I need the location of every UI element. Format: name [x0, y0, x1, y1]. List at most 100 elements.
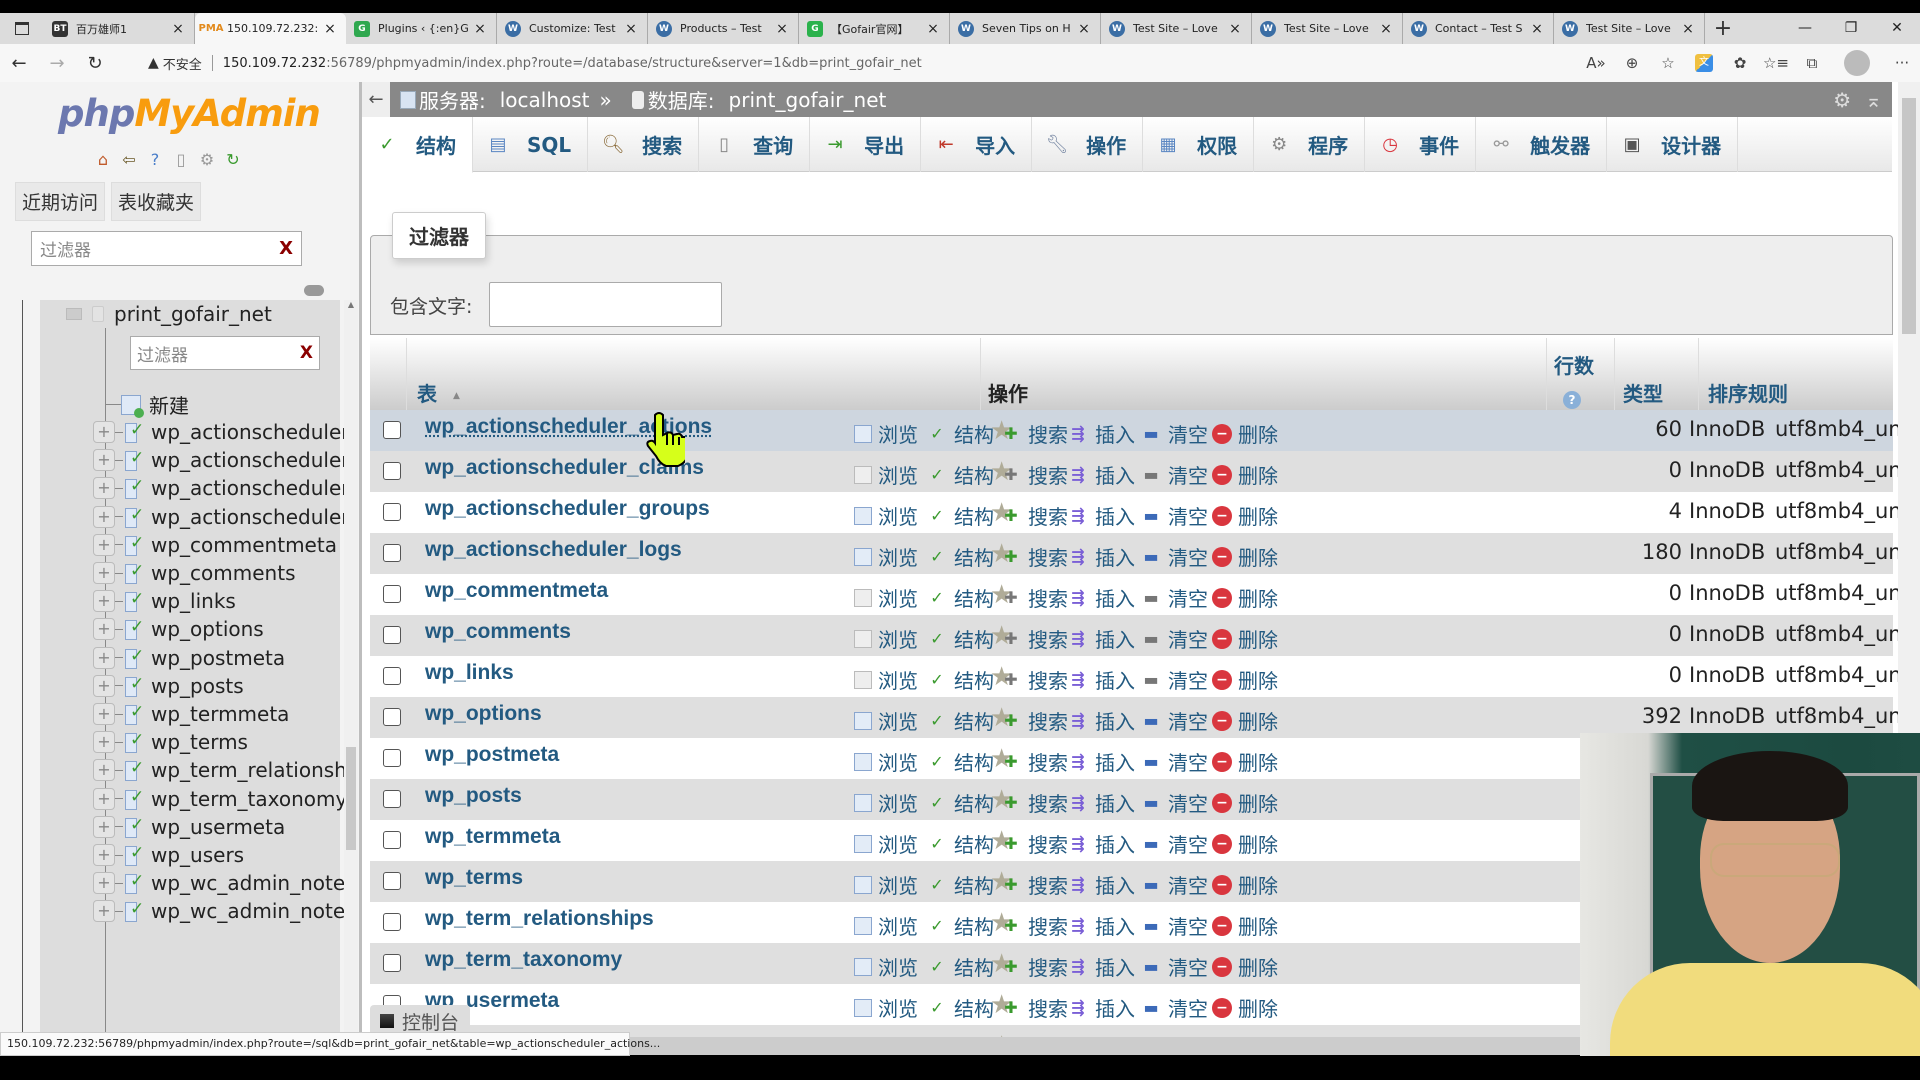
tree-table-node[interactable]: + wp_wc_admin_note_actions: [93, 897, 353, 925]
browser-tab[interactable]: W Seven Tips on H ×: [950, 13, 1101, 44]
tree-table-node[interactable]: + wp_commentmeta: [93, 531, 353, 559]
action-insert[interactable]: ⇶ 插入: [1067, 870, 1135, 899]
scroll-up-arrow[interactable]: ▲: [344, 300, 358, 309]
tree-table-node[interactable]: + wp_links: [93, 587, 353, 615]
table-filter-input[interactable]: 过滤器 X: [130, 336, 320, 370]
tree-table-name[interactable]: wp_options: [151, 617, 264, 641]
table-name-link[interactable]: wp_options: [425, 702, 542, 726]
browser-tab[interactable]: W Customize: Test ×: [497, 13, 648, 44]
tree-table-name[interactable]: wp_users: [151, 843, 244, 867]
tree-table-node[interactable]: + wp_options: [93, 615, 353, 643]
tree-table-node[interactable]: + wp_actionscheduler_logs: [93, 503, 353, 531]
tree-database-node[interactable]: print_gofair_net: [40, 300, 340, 328]
action-insert[interactable]: ⇶ 插入: [1067, 829, 1135, 858]
tab-routines[interactable]: ⚙ 程序: [1254, 117, 1366, 172]
expand-icon[interactable]: +: [93, 421, 115, 443]
expand-icon[interactable]: +: [93, 872, 115, 895]
row-checkbox[interactable]: [383, 790, 401, 808]
tree-table-node[interactable]: + wp_actionscheduler_claims: [93, 446, 353, 474]
home-icon[interactable]: ⌂: [92, 148, 114, 170]
action-structure[interactable]: ✓ 结构: [926, 829, 994, 858]
action-search[interactable]: ✚ 搜索: [1000, 624, 1068, 653]
action-browse[interactable]: 浏览: [854, 788, 918, 817]
table-row[interactable]: wp_actionscheduler_claims ★ 浏览 ✓ 结构 ✚ 搜索 ⇶ 插入 ▬ 清空…: [370, 451, 1920, 492]
favorites-tab[interactable]: 表收藏夹: [111, 182, 202, 221]
table-row[interactable]: wp_actionscheduler_actions ★ 浏览 ✓ 结构 ✚ 搜索 ⇶ 插入 ▬ 清…: [370, 410, 1920, 451]
expand-icon[interactable]: +: [93, 505, 115, 528]
table-name-link[interactable]: wp_term_relationships: [425, 907, 654, 931]
expand-icon[interactable]: +: [93, 787, 115, 810]
action-browse[interactable]: 浏览: [854, 419, 918, 448]
tab-close-button[interactable]: ×: [170, 21, 186, 37]
action-empty[interactable]: ▬ 清空: [1140, 542, 1208, 571]
action-drop[interactable]: −删除: [1212, 829, 1278, 858]
tab-sql[interactable]: ▤ SQL: [473, 117, 589, 172]
tree-table-name[interactable]: wp_wc_admin_note_actions: [151, 899, 353, 923]
browser-tab[interactable]: PMA 150.109.72.232: ×: [195, 13, 346, 44]
action-browse[interactable]: 浏览: [854, 706, 918, 735]
action-structure[interactable]: ✓ 结构: [926, 583, 994, 612]
action-browse[interactable]: 浏览: [854, 665, 918, 694]
tree-table-name[interactable]: wp_links: [151, 589, 236, 613]
action-browse[interactable]: 浏览: [854, 583, 918, 612]
column-header-rows[interactable]: 行数: [1554, 350, 1594, 379]
action-insert[interactable]: ⇶ 插入: [1067, 706, 1135, 735]
action-drop[interactable]: −删除: [1212, 911, 1278, 940]
tab-privileges[interactable]: ▦ 权限: [1143, 117, 1255, 172]
expand-icon[interactable]: +: [93, 590, 115, 613]
row-checkbox[interactable]: [383, 503, 401, 521]
action-insert[interactable]: ⇶ 插入: [1067, 952, 1135, 981]
action-insert[interactable]: ⇶ 插入: [1067, 624, 1135, 653]
tab-structure[interactable]: ✓ 结构: [362, 117, 473, 173]
page-settings-gear-icon[interactable]: ⚙: [1833, 88, 1851, 112]
browser-tab[interactable]: G Plugins ‹ {:en}G ×: [346, 13, 497, 44]
favorites-icon[interactable]: ☆≡: [1758, 54, 1794, 72]
row-checkbox[interactable]: [383, 585, 401, 603]
browser-tab[interactable]: BT 百万雄师1 ×: [44, 13, 195, 44]
action-structure[interactable]: ✓ 结构: [926, 460, 994, 489]
action-drop[interactable]: −删除: [1212, 993, 1278, 1022]
action-structure[interactable]: ✓ 结构: [926, 911, 994, 940]
action-empty[interactable]: ▬ 清空: [1140, 583, 1208, 612]
collapse-nav-button[interactable]: ←: [362, 82, 390, 117]
tree-table-name[interactable]: wp_postmeta: [151, 646, 285, 670]
extensions-icon[interactable]: ✿: [1722, 54, 1758, 72]
tab-operations[interactable]: 🔧︎ 操作: [1032, 117, 1144, 172]
action-search[interactable]: ✚ 搜索: [1000, 993, 1068, 1022]
clear-filter-button[interactable]: X: [279, 238, 293, 259]
action-drop[interactable]: −删除: [1212, 870, 1278, 899]
table-name-link[interactable]: wp_comments: [425, 620, 571, 644]
column-header-type[interactable]: 类型: [1623, 378, 1663, 407]
tree-table-name[interactable]: wp_posts: [151, 674, 244, 698]
action-structure[interactable]: ✓ 结构: [926, 665, 994, 694]
table-row[interactable]: wp_options ★ 浏览 ✓ 结构 ✚ 搜索 ⇶ 插入 ▬ 清空 − 删除 392 InnoDB utf…: [370, 697, 1920, 738]
action-structure[interactable]: ✓ 结构: [926, 993, 994, 1022]
tab-close-button[interactable]: ×: [925, 21, 941, 37]
tree-table-node[interactable]: + wp_termmeta: [93, 700, 353, 728]
action-empty[interactable]: ▬ 清空: [1140, 419, 1208, 448]
nav-scrollbar[interactable]: ▲: [344, 300, 358, 1037]
translate-icon[interactable]: 文: [1695, 54, 1713, 72]
expand-icon[interactable]: +: [93, 759, 115, 782]
table-name-link[interactable]: wp_actionscheduler_groups: [425, 497, 710, 521]
expand-icon[interactable]: +: [93, 731, 115, 754]
tab-designer[interactable]: ▣ 设计器: [1607, 117, 1739, 172]
action-empty[interactable]: ▬ 清空: [1140, 829, 1208, 858]
action-browse[interactable]: 浏览: [854, 501, 918, 530]
table-name-link[interactable]: wp_termmeta: [425, 825, 560, 849]
tab-close-button[interactable]: ×: [322, 21, 338, 37]
tree-table-node[interactable]: + wp_wc_admin_notes: [93, 869, 353, 897]
action-search[interactable]: ✚ 搜索: [1000, 460, 1068, 489]
action-structure[interactable]: ✓ 结构: [926, 542, 994, 571]
action-drop[interactable]: −删除: [1212, 788, 1278, 817]
table-row[interactable]: wp_commentmeta ★ 浏览 ✓ 结构 ✚ 搜索 ⇶ 插入 ▬ 清空 − 删除 0 InnoDB u…: [370, 574, 1920, 615]
tree-table-node[interactable]: + wp_actionscheduler_groups: [93, 474, 353, 502]
address-bar[interactable]: ▲ 不安全 150.109.72.232:56789/phpmyadmin/in…: [148, 48, 1518, 78]
collections-icon[interactable]: ⧉: [1794, 54, 1830, 72]
browser-tab[interactable]: W Test Site – Love ×: [1554, 13, 1705, 44]
table-name-link[interactable]: wp_commentmeta: [425, 579, 608, 603]
action-insert[interactable]: ⇶ 插入: [1067, 460, 1135, 489]
minimize-button[interactable]: —: [1782, 13, 1828, 44]
tree-table-node[interactable]: + wp_term_taxonomy: [93, 785, 353, 813]
browser-tab[interactable]: G 【Gofair官网】 ×: [799, 13, 950, 44]
